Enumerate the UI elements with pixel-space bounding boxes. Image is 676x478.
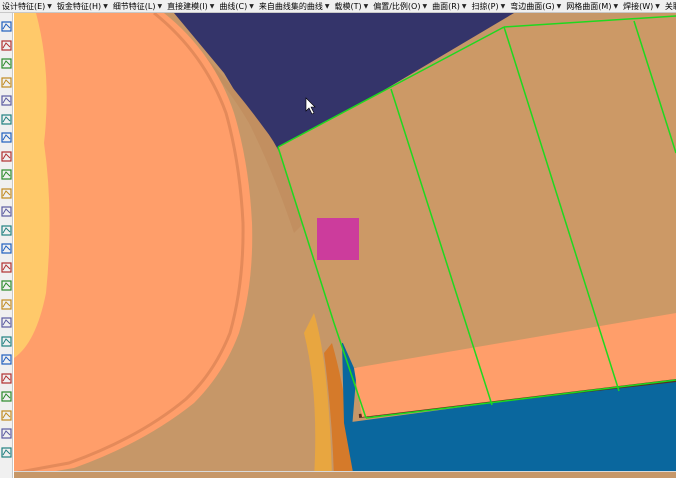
menu-item-3[interactable]: 直接建模(I) ▼ bbox=[165, 0, 217, 12]
menu-item-11[interactable]: 网格曲面(M) ▼ bbox=[564, 0, 621, 12]
point-icon[interactable] bbox=[1, 95, 12, 106]
angle-icon[interactable] bbox=[1, 187, 12, 199]
chevron-down-icon: ▼ bbox=[249, 2, 254, 10]
menu-item-8[interactable]: 曲面(R) ▼ bbox=[430, 0, 469, 12]
menu-item-label: 钣金特征(H) bbox=[56, 1, 102, 11]
chevron-down-icon: ▼ bbox=[500, 2, 506, 10]
menu-item-2[interactable]: 细节特征(L) ▼ bbox=[111, 0, 165, 12]
menu-item-7[interactable]: 偏置/比例(O) ▼ bbox=[371, 0, 430, 12]
menu-item-1[interactable]: 钣金特征(H) ▼ bbox=[55, 0, 111, 12]
menu-item-label: 设计特征(E) bbox=[2, 1, 46, 11]
paint-icon[interactable] bbox=[1, 409, 12, 421]
chevron-down-icon: ▼ bbox=[655, 2, 660, 10]
pattern-icon[interactable] bbox=[1, 354, 12, 365]
chevron-down-icon: ▼ bbox=[363, 2, 369, 10]
model-canvas[interactable] bbox=[14, 13, 676, 478]
menu-item-13[interactable]: 关联复制(A)▼ bbox=[663, 0, 676, 12]
menu-item-label: 扫掠(P) bbox=[471, 1, 499, 11]
menu-item-9[interactable]: 扫掠(P) ▼ bbox=[470, 0, 509, 12]
menu-item-label: 曲线(C) bbox=[219, 1, 248, 11]
menu-item-label: 焊接(W) bbox=[623, 1, 654, 11]
menu-item-label: 载模(T) bbox=[334, 1, 362, 11]
blue-solid-icon[interactable] bbox=[1, 224, 12, 236]
chevron-down-icon: ▼ bbox=[324, 2, 330, 10]
info-icon[interactable] bbox=[1, 446, 12, 458]
pen-icon[interactable] bbox=[1, 113, 12, 125]
chevron-down-icon: ▼ bbox=[613, 2, 619, 10]
bookmark-icon[interactable] bbox=[1, 372, 12, 384]
menu-bar: 设计特征(E) ▼ 钣金特征(H) ▼ 细节特征(L) ▼ 直接建模(I) ▼ 曲线(C) ▼ 来自… bbox=[0, 0, 676, 13]
datum-icon[interactable] bbox=[1, 317, 12, 328]
chevron-down-icon: ▼ bbox=[209, 2, 215, 10]
menu-item-5[interactable]: 来自曲线集的曲线 ▼ bbox=[257, 0, 333, 12]
magenta-marker[interactable] bbox=[317, 218, 359, 260]
snap-point-icon[interactable] bbox=[1, 58, 12, 69]
menu-item-label: 直接建模(I) bbox=[167, 1, 208, 11]
chevron-down-icon: ▼ bbox=[461, 2, 467, 10]
status-strip bbox=[14, 471, 676, 478]
sweep-icon[interactable] bbox=[1, 261, 12, 273]
menu-item-4[interactable]: 曲线(C) ▼ bbox=[217, 0, 256, 12]
shell-icon[interactable] bbox=[1, 298, 12, 310]
chevron-down-icon: ▼ bbox=[556, 2, 562, 10]
extrude-icon[interactable] bbox=[1, 206, 12, 217]
measure-icon[interactable] bbox=[1, 39, 12, 51]
rotate-icon[interactable] bbox=[1, 335, 12, 347]
menu-item-0[interactable]: 设计特征(E) ▼ bbox=[0, 0, 55, 12]
menu-item-10[interactable]: 弯边曲面(G) ▼ bbox=[508, 0, 564, 12]
left-toolbar bbox=[0, 13, 13, 478]
menu-item-label: 网格曲面(M) bbox=[566, 1, 612, 11]
menu-item-label: 偏置/比例(O) bbox=[373, 1, 421, 11]
menu-item-label: 来自曲线集的曲线 bbox=[258, 1, 323, 11]
sketch-icon[interactable] bbox=[1, 150, 12, 162]
chevron-down-icon: ▼ bbox=[422, 2, 428, 10]
edit-icon[interactable] bbox=[1, 132, 12, 143]
chevron-down-icon: ▼ bbox=[103, 2, 108, 10]
curve-icon[interactable] bbox=[1, 76, 12, 88]
menu-item-6[interactable]: 载模(T) ▼ bbox=[332, 0, 371, 12]
select-icon[interactable] bbox=[1, 21, 12, 32]
gear-icon[interactable] bbox=[1, 391, 12, 402]
menu-item-label: 关联复制(A) bbox=[664, 1, 676, 11]
menu-item-12[interactable]: 焊接(W) ▼ bbox=[621, 0, 663, 12]
menu-item-label: 细节特征(L) bbox=[112, 1, 156, 11]
chevron-down-icon: ▼ bbox=[47, 2, 52, 10]
menu-item-label: 曲面(R) bbox=[432, 1, 460, 11]
face-icon[interactable] bbox=[1, 280, 12, 291]
graphics-viewport[interactable] bbox=[14, 13, 676, 478]
axis-icon[interactable] bbox=[1, 169, 12, 180]
layer-icon[interactable] bbox=[1, 428, 12, 439]
revolve-icon[interactable] bbox=[1, 243, 12, 254]
menu-item-label: 弯边曲面(G) bbox=[510, 1, 555, 11]
chevron-down-icon: ▼ bbox=[157, 2, 163, 10]
